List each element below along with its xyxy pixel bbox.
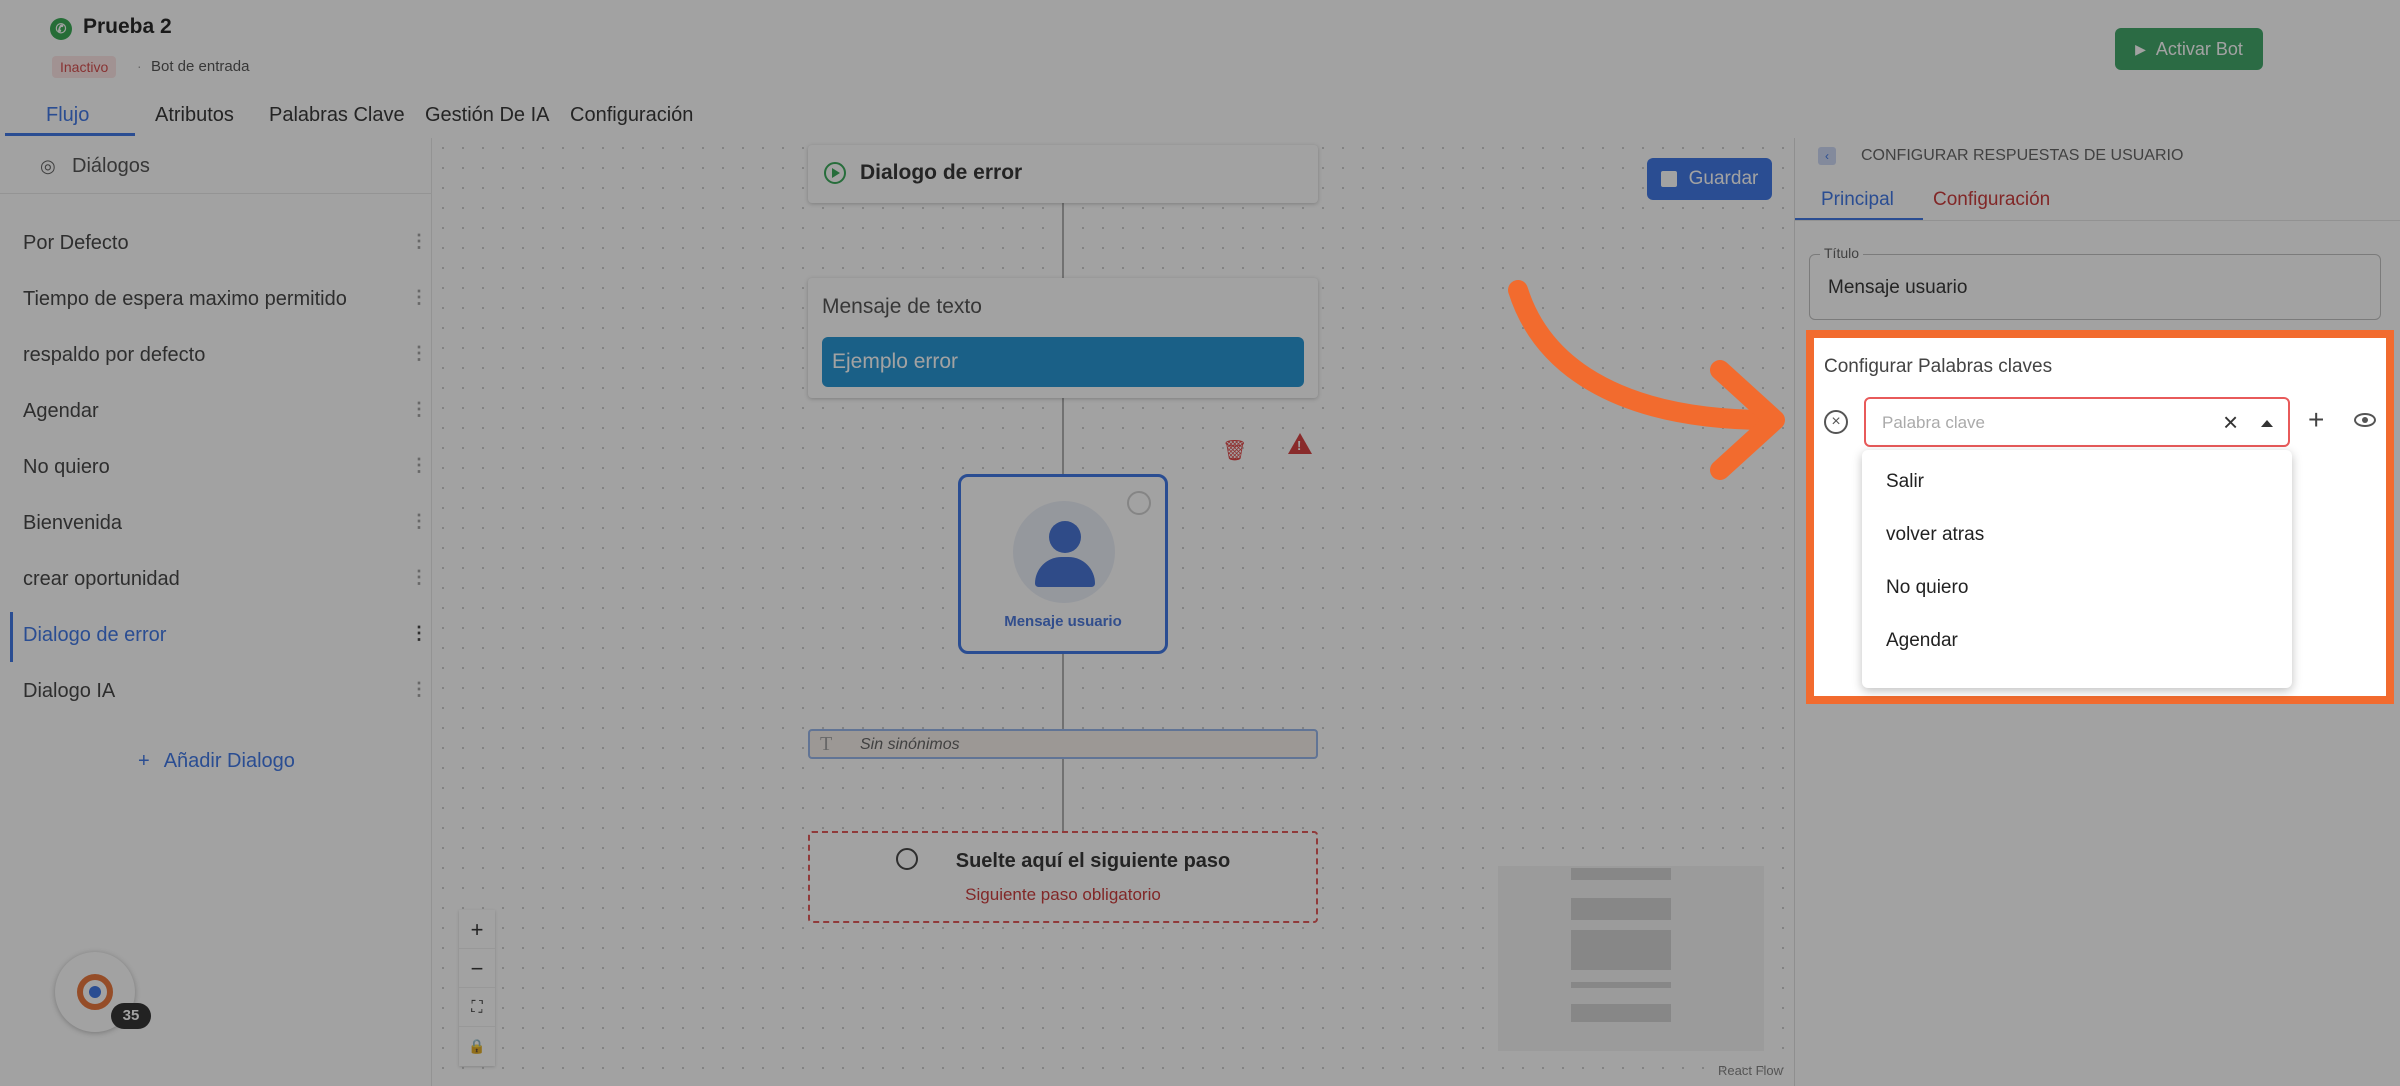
keywords-title: Configurar Palabras claves xyxy=(1824,356,2053,377)
annotation-arrow xyxy=(1508,280,1785,480)
keywords-config-highlight: Configurar Palabras claves × × + Salirvo… xyxy=(1806,330,2394,704)
eye-icon[interactable] xyxy=(2354,413,2376,427)
keyword-combobox[interactable]: × xyxy=(1864,397,2290,447)
clear-icon[interactable]: × xyxy=(2223,409,2238,435)
keyword-dropdown: Salir volver atras No quiero Agendar xyxy=(1862,450,2292,688)
keyword-option[interactable]: Agendar xyxy=(1862,623,2292,676)
keyword-option[interactable]: No quiero xyxy=(1862,570,2292,623)
add-keyword-icon[interactable]: + xyxy=(2308,406,2324,434)
keyword-option[interactable]: Salir xyxy=(1862,464,2292,517)
chevron-up-icon[interactable] xyxy=(2261,420,2273,427)
keyword-input[interactable] xyxy=(1882,411,2202,435)
remove-circle-icon[interactable]: × xyxy=(1824,410,1848,434)
keyword-option[interactable]: volver atras xyxy=(1862,517,2292,570)
